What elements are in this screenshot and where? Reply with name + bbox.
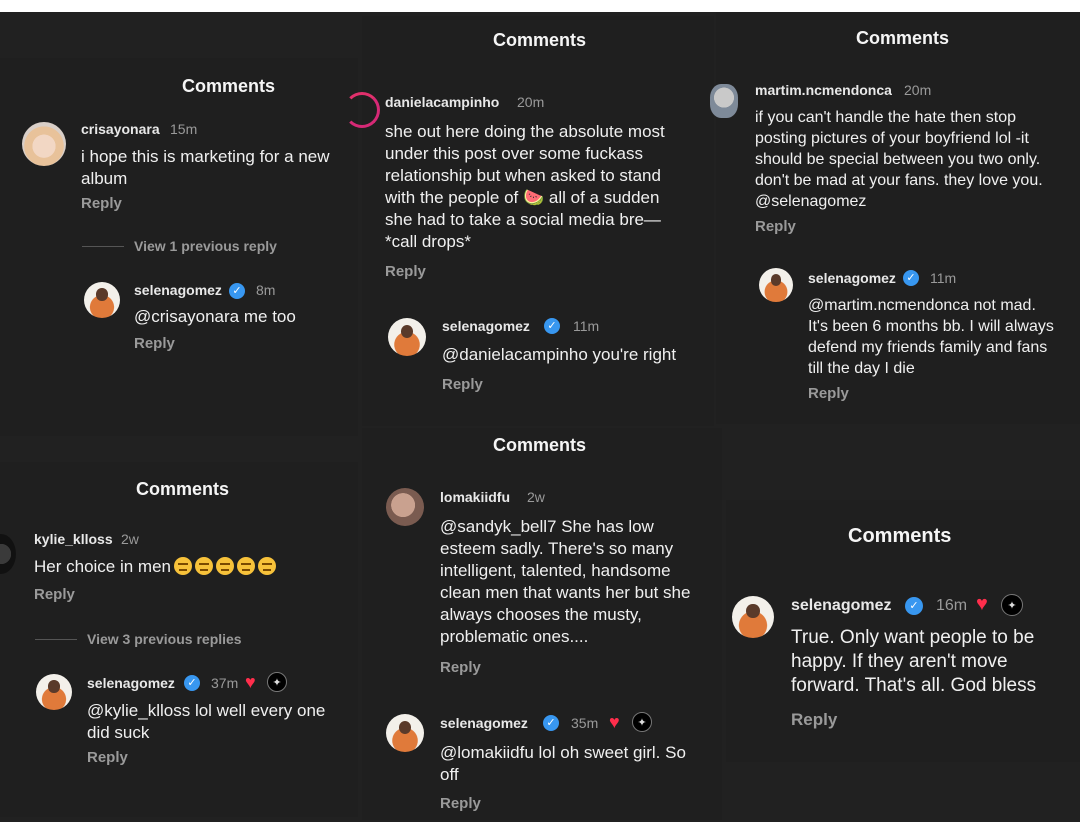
panel-title: Comments: [856, 28, 950, 48]
timestamp: 8m: [256, 282, 276, 298]
comment-text: @martim.ncmendonca not mad. It's been 6 …: [808, 297, 1054, 377]
panel-title: Comments: [136, 479, 230, 499]
avatar[interactable]: [386, 488, 424, 526]
comment-text: @kylie_klloss lol well every one did suc…: [87, 701, 326, 742]
comments-panel-5: Comments lomakiidfu 2w @sandyk_bell7 She…: [362, 428, 722, 820]
reply-button[interactable]: Reply: [442, 376, 483, 393]
avatar[interactable]: [732, 596, 774, 638]
comment-text: @danielacampinho you're right: [442, 345, 677, 364]
username[interactable]: selenagomez: [134, 282, 222, 298]
comment-text: Her choice in men: [34, 556, 334, 578]
timestamp: 11m: [573, 318, 600, 334]
timestamp: 20m: [904, 82, 932, 98]
comments-panel-1: Comments crisayonara 15m i hope this is …: [0, 58, 358, 436]
panel-title: Comments: [182, 76, 276, 96]
comment-text: she out here doing the absolute most und…: [385, 122, 665, 251]
comments-panel-4: Comments kylie_klloss 2w Her choice in m…: [0, 462, 358, 817]
verified-badge-icon: ✓: [184, 675, 200, 691]
reply-button[interactable]: Reply: [440, 659, 481, 676]
creator-pin-icon: ✦: [632, 712, 652, 732]
reply-button[interactable]: Reply: [791, 710, 837, 730]
reply-button[interactable]: Reply: [81, 195, 122, 212]
comment-text: if you can't handle the hate then stop p…: [755, 109, 1043, 210]
divider: [35, 639, 77, 640]
story-ring-avatar[interactable]: [344, 92, 380, 128]
username[interactable]: martim.ncmendonca: [755, 82, 892, 98]
verified-badge-icon: ✓: [903, 270, 919, 286]
creator-pin-icon: ✦: [1001, 594, 1023, 616]
username[interactable]: crisayonara: [81, 121, 160, 137]
comments-panel-3: Comments martim.ncmendonca 20m if you ca…: [710, 12, 1080, 424]
comment-text: i hope this is marketing for a new album: [81, 147, 330, 188]
comment-text: @sandyk_bell7 She has low esteem sadly. …: [440, 517, 691, 646]
timestamp: 35m: [571, 715, 599, 731]
timestamp: 20m: [517, 94, 545, 110]
timestamp: 15m: [170, 121, 198, 137]
divider: [82, 246, 124, 247]
panel-title: Comments: [493, 30, 587, 50]
avatar[interactable]: [84, 282, 120, 318]
panel-title: Comments: [848, 525, 952, 547]
heart-icon[interactable]: ♥: [976, 594, 988, 614]
reply-button[interactable]: Reply: [87, 749, 128, 766]
comment-text: @crisayonara me too: [134, 307, 296, 326]
expressionless-emoji: [174, 557, 193, 575]
timestamp: 2w: [527, 489, 545, 505]
username[interactable]: danielacampinho: [385, 94, 499, 110]
avatar[interactable]: [388, 318, 426, 356]
username[interactable]: selenagomez: [791, 597, 891, 615]
creator-pin-icon: ✦: [267, 672, 287, 692]
verified-badge-icon: ✓: [543, 715, 559, 731]
timestamp: 16m: [936, 597, 968, 614]
reply-button[interactable]: Reply: [440, 795, 481, 812]
view-previous-replies-button[interactable]: View 3 previous replies: [87, 631, 242, 647]
username[interactable]: selenagomez: [442, 318, 530, 334]
username[interactable]: kylie_klloss: [34, 531, 113, 547]
heart-icon[interactable]: ♥: [609, 713, 620, 731]
reply-button[interactable]: Reply: [385, 263, 426, 280]
comment-text: True. Only want people to be happy. If t…: [791, 627, 1037, 696]
expressionless-emoji: [237, 557, 256, 575]
expressionless-emoji: [195, 557, 214, 575]
expressionless-emoji: [258, 557, 277, 575]
avatar[interactable]: [386, 714, 424, 752]
reply-button[interactable]: Reply: [755, 218, 796, 235]
watermelon-emoji: 🍉: [522, 188, 545, 207]
comments-panel-2: Comments danielacampinho 20m she out her…: [344, 16, 714, 426]
comment-text: @lomakiidfu lol oh sweet girl. So off: [440, 743, 686, 784]
avatar[interactable]: [710, 84, 738, 118]
timestamp: 2w: [121, 531, 139, 547]
comments-panel-6: Comments selenagomez ✓ 16m ♥ ✦ True. Onl…: [726, 500, 1080, 762]
reply-button[interactable]: Reply: [808, 385, 849, 402]
avatar[interactable]: [759, 268, 793, 302]
verified-badge-icon: ✓: [544, 318, 560, 334]
username[interactable]: selenagomez: [808, 270, 896, 286]
view-previous-replies-button[interactable]: View 1 previous reply: [134, 238, 277, 254]
expressionless-emoji: [216, 557, 235, 575]
verified-badge-icon: ✓: [905, 597, 923, 615]
avatar[interactable]: [22, 122, 66, 166]
reply-button[interactable]: Reply: [34, 586, 75, 603]
avatar[interactable]: [36, 674, 72, 710]
reply-button[interactable]: Reply: [134, 335, 175, 352]
avatar[interactable]: [0, 534, 16, 574]
timestamp: 11m: [930, 270, 957, 286]
timestamp: 37m: [211, 675, 239, 691]
verified-badge-icon: ✓: [229, 283, 245, 299]
username[interactable]: selenagomez: [440, 715, 528, 731]
username[interactable]: lomakiidfu: [440, 489, 510, 505]
username[interactable]: selenagomez: [87, 675, 175, 691]
panel-title: Comments: [493, 435, 587, 455]
heart-icon[interactable]: ♥: [245, 673, 256, 691]
